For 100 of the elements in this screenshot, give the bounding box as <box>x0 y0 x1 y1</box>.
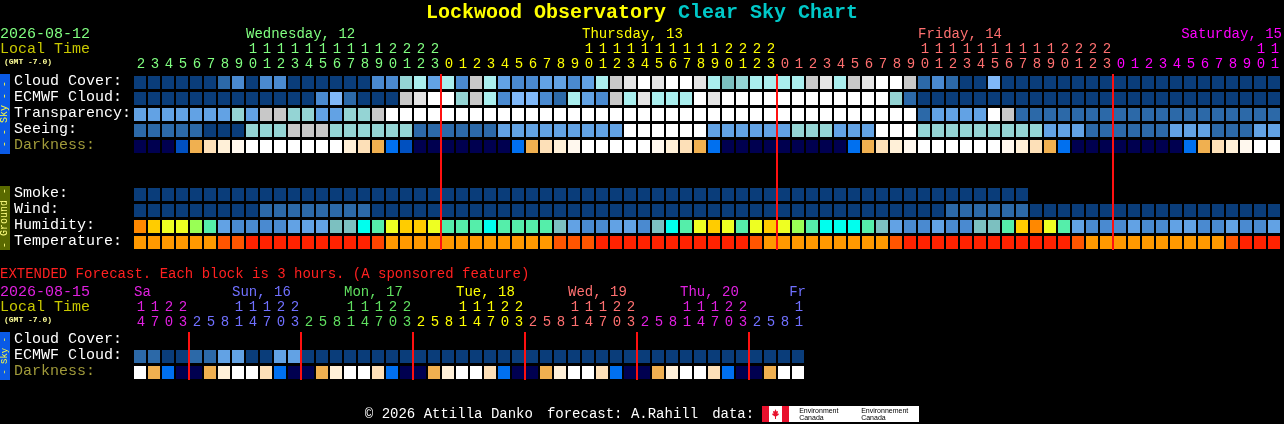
hour-label: 21 <box>402 42 412 72</box>
day-label: Mon, 17 <box>344 285 404 300</box>
hour-label: 7 <box>878 57 888 72</box>
hour-label: 0 <box>444 57 454 72</box>
hour-label: 23 <box>738 300 748 330</box>
hour-label: 2 <box>192 315 202 330</box>
row-label: Cloud Cover: <box>14 74 124 90</box>
hour-label: 11 <box>794 300 804 330</box>
hour-label: 18 <box>360 42 370 72</box>
hour-label: 18 <box>696 42 706 72</box>
hour-label: 17 <box>486 300 496 330</box>
hour-label: 5 <box>514 57 524 72</box>
hour-label: 17 <box>598 300 608 330</box>
row-label: Humidity: <box>14 218 96 234</box>
hour-label: 5 <box>318 315 328 330</box>
hour-label: 8 <box>556 315 566 330</box>
hour-label: 14 <box>472 300 482 330</box>
credit-text: © 2026 Attilla Danko <box>364 406 533 422</box>
day-label: Fr <box>789 285 806 300</box>
hour-label: 15 <box>654 42 664 72</box>
hour-label: 14 <box>640 42 650 72</box>
local-time-label: Local Time <box>0 42 91 57</box>
hour-label: 19 <box>1046 42 1056 72</box>
date-label: 2026-08-15 <box>0 285 91 300</box>
day-label: Wednesday, 12 <box>246 27 357 42</box>
date-label: 2026-08-12 <box>0 27 91 42</box>
day-label: Sun, 16 <box>232 285 292 300</box>
row-label: ECMWF Cloud: <box>14 348 124 364</box>
hour-label: 20 <box>164 300 174 330</box>
hour-label: 14 <box>976 42 986 72</box>
hour-label: 11 <box>234 300 244 330</box>
hour-label: 17 <box>374 300 384 330</box>
hour-label: 17 <box>150 300 160 330</box>
hour-label: 10 <box>248 42 258 72</box>
hour-label: 12 <box>948 42 958 72</box>
hour-label: 19 <box>710 42 720 72</box>
hour-label: 6 <box>864 57 874 72</box>
row-label: Temperature: <box>14 234 124 250</box>
hour-label: 4 <box>164 57 174 72</box>
hour-label: 21 <box>738 42 748 72</box>
hour-label: 15 <box>990 42 1000 72</box>
hour-label: 1 <box>1130 57 1140 72</box>
day-label: Friday, 14 <box>918 27 1003 42</box>
hour-label: 23 <box>1102 42 1112 72</box>
credit-text: data: <box>712 406 755 422</box>
hour-label: 6 <box>192 57 202 72</box>
hour-label: 20 <box>724 300 734 330</box>
section-tag: - Sky - <box>0 332 10 380</box>
hour-label: 2 <box>752 315 762 330</box>
hour-label: 8 <box>892 57 902 72</box>
hour-label: 19 <box>374 42 384 72</box>
row-label: Smoke: <box>14 186 69 202</box>
row-label: Darkness: <box>14 138 96 154</box>
hour-label: 2 <box>136 57 146 72</box>
hour-label: 1 <box>794 57 804 72</box>
hour-label: 5 <box>850 57 860 72</box>
hour-label: 5 <box>766 315 776 330</box>
hour-label: 5 <box>178 57 188 72</box>
hour-label: 20 <box>1060 42 1070 72</box>
hour-label: 20 <box>612 300 622 330</box>
row-label: Seeing: <box>14 122 78 138</box>
hour-label: 14 <box>360 300 370 330</box>
hour-label: 5 <box>206 315 216 330</box>
site-title: Lockwood Observatory <box>425 0 666 26</box>
hour-label: 9 <box>906 57 916 72</box>
hour-label: 2 <box>472 57 482 72</box>
hour-label: 16 <box>1004 42 1014 72</box>
hour-label: 18 <box>1032 42 1042 72</box>
hour-label: 8 <box>332 315 342 330</box>
timezone-label: (GMT -7.0) <box>4 57 53 66</box>
hour-label: 20 <box>500 300 510 330</box>
hour-label: 5 <box>1186 57 1196 72</box>
row-label: Wind: <box>14 202 60 218</box>
hour-label: 0 <box>1116 57 1126 72</box>
hour-label: 16 <box>332 42 342 72</box>
hour-label: 11 <box>682 300 692 330</box>
hour-label: 20 <box>724 42 734 72</box>
hour-label: 20 <box>388 42 398 72</box>
hour-label: 10 <box>920 42 930 72</box>
day-label: Saturday, 15 <box>1181 27 1282 42</box>
hour-label: 17 <box>1018 42 1028 72</box>
credit-text: forecast: A.Rahill <box>546 406 699 422</box>
hour-label: 14 <box>136 300 146 330</box>
hour-label: 5 <box>430 315 440 330</box>
hour-label: 22 <box>416 42 426 72</box>
hour-label: 15 <box>318 42 328 72</box>
extended-note: EXTENDED Forecast. Each block is 3 hours. (A sponsored feature) <box>0 266 531 282</box>
hour-label: 10 <box>584 42 594 72</box>
hour-label: 7 <box>542 57 552 72</box>
day-label: Thu, 20 <box>680 285 740 300</box>
hour-label: 12 <box>612 42 622 72</box>
hour-label: 12 <box>276 42 286 72</box>
hour-label: 7 <box>206 57 216 72</box>
hour-label: 3 <box>822 57 832 72</box>
hour-label: 2 <box>640 315 650 330</box>
hour-label: 17 <box>710 300 720 330</box>
hour-label: 16 <box>668 42 678 72</box>
hour-label: 22 <box>1088 42 1098 72</box>
hour-label: 2 <box>416 315 426 330</box>
hour-label: 3 <box>1158 57 1168 72</box>
